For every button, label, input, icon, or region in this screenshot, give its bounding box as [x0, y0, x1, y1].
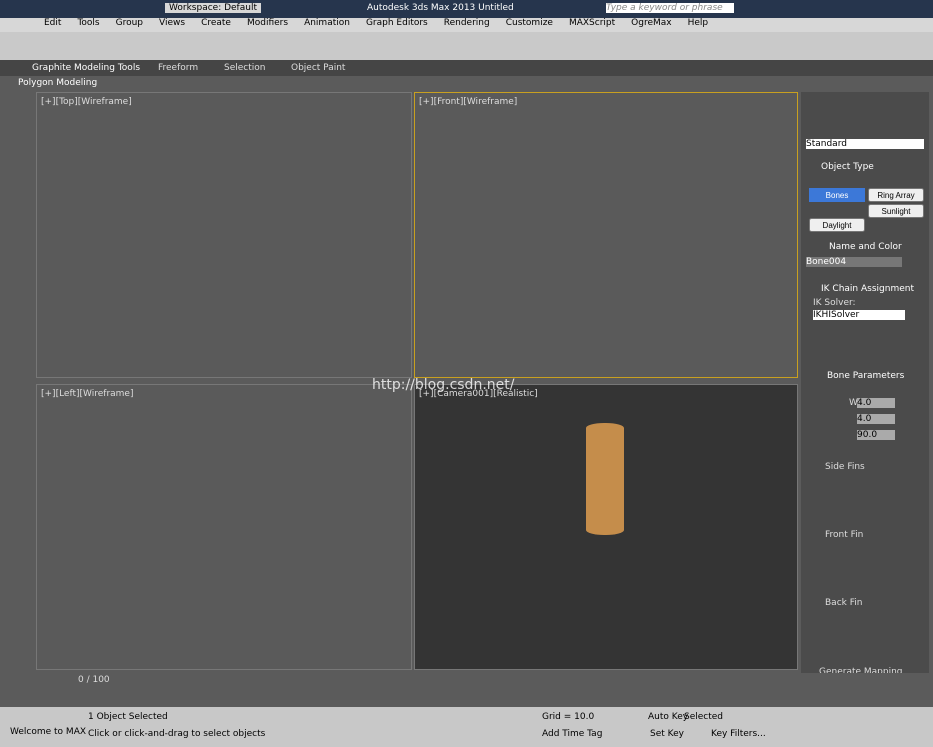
auto-key-button[interactable]: Auto Key	[648, 712, 688, 722]
taper-field[interactable]: 90.0	[857, 430, 895, 440]
daylight-button[interactable]: Daylight	[809, 218, 865, 232]
menu-help[interactable]: Help	[688, 18, 709, 32]
set-key-button[interactable]: Set Key	[650, 729, 684, 739]
object-type-header[interactable]: Object Type	[821, 162, 874, 172]
workspace-dropdown[interactable]: Workspace: Default	[165, 3, 261, 13]
hint-text: Click or click-and-drag to select object…	[88, 729, 266, 739]
menu-maxscript[interactable]: MAXScript	[569, 18, 615, 32]
welcome-field: Welcome to MAX	[10, 727, 87, 737]
viewport-top[interactable]: [+][Top][Wireframe]	[36, 92, 412, 378]
back-fin-checkbox[interactable]: Back Fin	[825, 598, 862, 608]
ring-array-button[interactable]: Ring Array	[868, 188, 924, 202]
front-fin-checkbox[interactable]: Front Fin	[825, 530, 863, 540]
name-field[interactable]: Bone004	[806, 257, 902, 267]
bone-cylinder	[586, 423, 624, 535]
bones-button[interactable]: Bones	[809, 188, 865, 202]
title-bar: Workspace: Default Autodesk 3ds Max 2013…	[0, 0, 933, 18]
menu-edit[interactable]: Edit	[44, 18, 61, 32]
viewport-front[interactable]: [+][Front][Wireframe]	[414, 92, 798, 378]
menu-customize[interactable]: Customize	[506, 18, 553, 32]
menu-create[interactable]: Create	[201, 18, 231, 32]
grid-readout: Grid = 10.0	[542, 712, 595, 722]
tab-selection[interactable]: Selection	[224, 63, 265, 73]
viewport-left[interactable]: [+][Left][Wireframe]	[36, 384, 412, 670]
menu-rendering[interactable]: Rendering	[444, 18, 490, 32]
standard-dropdown[interactable]: Standard	[806, 139, 924, 149]
menu-tools[interactable]: Tools	[77, 18, 99, 32]
ik-solver-label: IK Solver:	[813, 298, 856, 308]
timeline[interactable]: 0 / 100	[0, 673, 933, 707]
menu-bar: Edit Tools Group Views Create Modifiers Animat…	[0, 18, 933, 32]
tab-freeform[interactable]: Freeform	[158, 63, 198, 73]
frame-counter[interactable]: 0 / 100	[78, 675, 110, 685]
menu-animation[interactable]: Animation	[304, 18, 350, 32]
watermark: http://blog.csdn.net/	[372, 377, 515, 393]
add-time-tag[interactable]: Add Time Tag	[542, 729, 602, 739]
menu-ogremax[interactable]: OgreMax	[631, 18, 671, 32]
bone-params-header[interactable]: Bone Parameters	[827, 371, 904, 381]
ribbon: Graphite Modeling Tools Freeform Selecti…	[0, 60, 933, 76]
side-fins-checkbox[interactable]: Side Fins	[825, 462, 865, 472]
width-field[interactable]: 4.0	[857, 398, 895, 408]
status-bar: Welcome to MAX 1 Object Selected Click o…	[0, 707, 933, 747]
viewport-label-top: [+][Top][Wireframe]	[41, 97, 132, 107]
tab-graphite[interactable]: Graphite Modeling Tools	[32, 63, 140, 73]
tab-object-paint[interactable]: Object Paint	[291, 63, 345, 73]
search-field[interactable]: Type a keyword or phrase	[606, 3, 734, 13]
selected-dropdown[interactable]: Selected	[684, 712, 723, 722]
sunlight-button[interactable]: Sunlight	[868, 204, 924, 218]
ribbon-group: Polygon Modeling	[18, 78, 98, 88]
menu-modifiers[interactable]: Modifiers	[247, 18, 288, 32]
app-title: Autodesk 3ds Max 2013 Untitled	[367, 3, 514, 13]
command-panel: Standard Object Type Bones Ring Array Su…	[801, 92, 929, 687]
viewport-label-left: [+][Left][Wireframe]	[41, 389, 134, 399]
viewport-camera[interactable]: [+][Camera001][Realistic]	[414, 384, 798, 670]
name-color-header[interactable]: Name and Color	[829, 242, 902, 252]
key-filters-button[interactable]: Key Filters...	[711, 729, 766, 739]
selection-status: 1 Object Selected	[88, 712, 168, 722]
ik-solver-dropdown[interactable]: IKHISolver	[813, 310, 905, 320]
menu-views[interactable]: Views	[159, 18, 185, 32]
main-toolbar	[0, 32, 933, 60]
ik-header[interactable]: IK Chain Assignment	[821, 284, 914, 294]
height-field[interactable]: 4.0	[857, 414, 895, 424]
menu-graph[interactable]: Graph Editors	[366, 18, 428, 32]
menu-group[interactable]: Group	[116, 18, 143, 32]
viewport-label-front: [+][Front][Wireframe]	[419, 97, 518, 107]
